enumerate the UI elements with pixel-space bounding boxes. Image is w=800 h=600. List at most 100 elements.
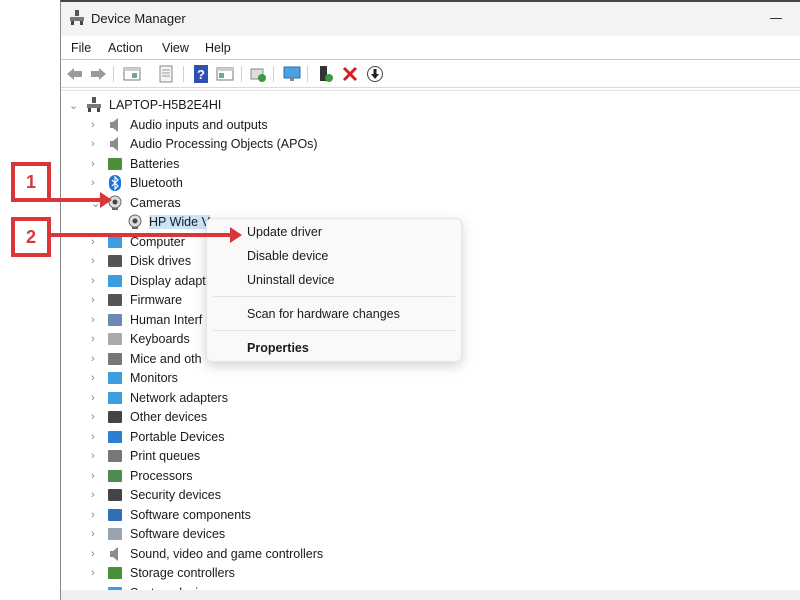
device-manager-icon <box>70 10 84 25</box>
status-bar <box>61 590 800 600</box>
unknown-device-icon <box>108 411 122 423</box>
chevron-right-icon[interactable]: › <box>91 431 95 443</box>
security-key-icon <box>108 489 122 501</box>
tree-item-label: Audio Processing Objects (APOs) <box>130 137 318 151</box>
tree-item-label: Bluetooth <box>130 176 183 190</box>
tree-item-label: Audio inputs and outputs <box>130 117 268 132</box>
menu-view[interactable]: View <box>162 41 189 55</box>
minimize-icon <box>770 18 782 19</box>
toolbar-separator <box>273 66 274 82</box>
tree-item-label: Monitors <box>130 371 178 385</box>
annotation-callout-1: 1 <box>11 162 51 202</box>
toolbar-separator <box>307 66 308 82</box>
ctx-disable-device[interactable]: Disable device <box>247 249 328 263</box>
menu-help[interactable]: Help <box>205 41 231 55</box>
chevron-right-icon[interactable]: › <box>91 392 95 404</box>
chevron-right-icon[interactable]: › <box>91 255 95 267</box>
display-adapter-icon <box>108 274 122 287</box>
tree-item-label: Other devices <box>130 410 208 424</box>
monitor-icon <box>108 372 122 384</box>
tree-item-label: Portable Devices <box>130 429 225 444</box>
tree-item-label: Processors <box>130 468 193 483</box>
chevron-right-icon[interactable]: › <box>91 372 95 384</box>
ctx-update-driver[interactable]: Update driver <box>247 225 322 239</box>
toolbar-separator <box>183 66 184 82</box>
action-pane-icon[interactable] <box>216 65 234 83</box>
ctx-scan-hardware[interactable]: Scan for hardware changes <box>247 307 400 321</box>
portable-device-icon <box>108 430 122 443</box>
annotation-callout-2: 2 <box>11 217 51 257</box>
chevron-right-icon[interactable]: › <box>91 177 95 189</box>
chevron-right-icon[interactable]: › <box>91 119 95 131</box>
bluetooth-icon <box>109 175 121 191</box>
menu-separator <box>213 330 455 331</box>
speaker-icon <box>110 137 118 151</box>
title-bar: Device Manager <box>61 2 800 36</box>
tree-item-label: Keyboards <box>130 332 190 346</box>
tree-item-label: Network adapters <box>130 390 228 405</box>
monitor-scan-icon[interactable] <box>283 65 301 83</box>
tree-item-label: Human Interf <box>130 312 203 327</box>
annotation-arrow-2 <box>51 233 231 237</box>
tree-item-label: Software components <box>130 507 251 522</box>
menu-file[interactable]: File <box>71 41 91 55</box>
chevron-right-icon[interactable]: › <box>91 294 95 306</box>
chevron-right-icon[interactable]: › <box>91 450 95 462</box>
chevron-right-icon[interactable]: › <box>91 470 95 482</box>
chevron-right-icon[interactable]: › <box>91 236 95 248</box>
stage: Device Manager File Action View Help ? ⌄… <box>0 0 800 600</box>
computer-network-icon <box>87 97 101 112</box>
console-tree-icon[interactable] <box>123 65 141 83</box>
down-arrow-circle-icon[interactable] <box>366 65 384 83</box>
svg-text:?: ? <box>197 67 205 82</box>
menu-separator <box>213 296 455 297</box>
tree-item-label: Cameras <box>130 195 181 210</box>
minimize-button[interactable] <box>755 2 800 36</box>
chevron-right-icon[interactable]: › <box>91 158 95 170</box>
toolbar-separator <box>113 66 114 82</box>
root-label: LAPTOP-H5B2E4HI <box>109 98 222 112</box>
chevron-right-icon[interactable]: › <box>91 333 95 345</box>
chevron-right-icon[interactable]: › <box>91 509 95 521</box>
chevron-right-icon[interactable]: › <box>91 411 95 423</box>
back-arrow-icon[interactable] <box>66 65 84 83</box>
keyboard-icon <box>108 333 122 345</box>
software-component-icon <box>108 508 122 521</box>
chevron-right-icon[interactable]: › <box>91 567 95 579</box>
properties-sheet-icon[interactable] <box>157 65 175 83</box>
ctx-uninstall-device[interactable]: Uninstall device <box>247 273 335 287</box>
annotation-arrowhead-1 <box>100 192 112 208</box>
tree-item-label: Print queues <box>130 449 201 463</box>
tree-item-label: Storage controllers <box>130 566 235 580</box>
tree-item-label: Firmware <box>130 293 183 307</box>
tree-item-label: HP Wide V <box>149 215 210 229</box>
chevron-down-icon[interactable]: ⌄ <box>69 99 78 112</box>
chevron-right-icon[interactable]: › <box>91 314 95 326</box>
forward-arrow-icon[interactable] <box>89 65 107 83</box>
help-icon[interactable]: ? <box>192 65 210 83</box>
chevron-right-icon[interactable]: › <box>91 353 95 365</box>
ctx-properties[interactable]: Properties <box>247 341 309 355</box>
chevron-right-icon[interactable]: › <box>91 138 95 150</box>
chevron-right-icon[interactable]: › <box>91 528 95 540</box>
network-adapter-icon <box>108 391 122 404</box>
update-driver-icon[interactable] <box>249 65 267 83</box>
tree-item-label: Sound, video and game controllers <box>130 546 324 561</box>
processor-icon <box>108 469 122 482</box>
toolbar-separator <box>241 66 242 82</box>
chevron-right-icon[interactable]: › <box>91 489 95 501</box>
tree-item-label: Batteries <box>130 156 180 171</box>
mouse-icon <box>108 352 122 365</box>
webcam-icon <box>128 214 142 229</box>
chevron-right-icon[interactable]: › <box>91 275 95 287</box>
chevron-right-icon[interactable]: › <box>91 548 95 560</box>
tree-item-label: Display adapt <box>130 273 206 288</box>
annotation-arrowhead-2 <box>230 227 242 243</box>
storage-controller-icon <box>108 567 122 579</box>
red-x-icon[interactable] <box>341 65 359 83</box>
enable-device-icon[interactable] <box>317 65 335 83</box>
disk-drive-icon <box>108 255 122 267</box>
menu-action[interactable]: Action <box>108 41 143 55</box>
tree-item-label: Disk drives <box>130 254 192 268</box>
hid-icon <box>108 313 122 326</box>
